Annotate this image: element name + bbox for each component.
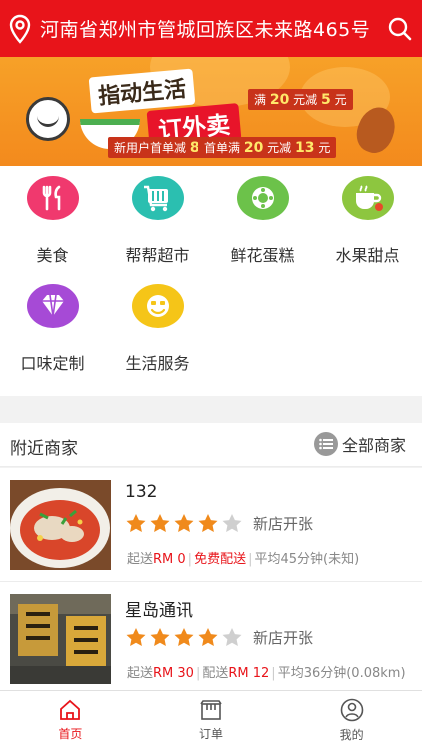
category-label: 口味定制: [20, 354, 85, 373]
min-order-value: RM 30: [153, 666, 194, 681]
shop-item[interactable]: 星岛通讯 新店开张 起送RM 30 | 配送RM 12 | 平均36分钟(0.08km): [0, 582, 422, 690]
shop-item[interactable]: 132 新店开张 起送RM 0 | 免费配送 | 平均45分钟(未知): [0, 468, 422, 582]
shop-name: 星岛通讯: [125, 601, 193, 621]
search-icon[interactable]: [378, 0, 422, 57]
category-grid: 美食 帮帮超市 鲜花蛋糕 水果甜点 口味定制 生活服务: [0, 166, 422, 396]
free-delivery-text: 免费配送: [194, 552, 247, 567]
cart-icon: [131, 176, 184, 220]
shop-status: 新店开张: [253, 628, 314, 647]
nearby-title: 附近商家: [10, 439, 78, 459]
star-filled-icon: [125, 512, 147, 534]
star-filled-icon: [149, 512, 171, 534]
shop-thumbnail: [10, 480, 111, 570]
category-life-service[interactable]: 生活服务: [105, 274, 210, 374]
shop-meta: 起送RM 30 | 配送RM 12 | 平均36分钟(0.08km): [127, 666, 406, 681]
rating-stars: 新店开张: [125, 626, 313, 648]
star-filled-icon: [173, 626, 195, 648]
nearby-header: 附近商家 全部商家: [0, 423, 422, 467]
star-filled-icon: [197, 626, 219, 648]
rating-stars: 新店开张: [125, 512, 313, 534]
star-empty-icon: [221, 626, 243, 648]
category-label: 水果甜点: [335, 246, 400, 265]
promo-first-order: 首单满 20 元减 13 元: [198, 137, 337, 158]
tab-mine[interactable]: 我的: [281, 691, 422, 750]
flower-icon: [236, 176, 289, 220]
shop-thumbnail: [10, 594, 111, 684]
banner-title: 指动生活: [88, 68, 196, 114]
category-food[interactable]: 美食: [0, 166, 105, 266]
star-filled-icon: [149, 626, 171, 648]
category-flower-cake[interactable]: 鲜花蛋糕: [210, 166, 315, 266]
star-filled-icon: [197, 512, 219, 534]
shop-list: 132 新店开张 起送RM 0 | 免费配送 | 平均45分钟(未知) 星岛通讯 新店开…: [0, 468, 422, 690]
star-empty-icon: [221, 512, 243, 534]
category-fruit-dessert[interactable]: 水果甜点: [315, 166, 420, 266]
location-header: 河南省郑州市管城回族区未来路465号: [0, 0, 422, 57]
category-custom-taste[interactable]: 口味定制: [0, 274, 105, 374]
promo-banner[interactable]: 指动生活 订外卖 满 20 元减 5 元 新用户首单减 8 元 首单满 20 元…: [0, 57, 422, 166]
tab-orders[interactable]: 订单: [141, 691, 282, 750]
bottom-tab-bar: 首页 订单 我的: [0, 690, 422, 750]
mascot-image: [26, 97, 70, 141]
avg-time-text: 平均36分钟(0.08km): [277, 666, 406, 681]
location-pin-icon[interactable]: [0, 0, 40, 57]
category-label: 生活服务: [125, 354, 190, 373]
all-shops-button[interactable]: 全部商家: [313, 432, 406, 456]
shop-name: 132: [125, 482, 158, 502]
tab-label: 首页: [58, 727, 83, 741]
tab-home[interactable]: 首页: [0, 691, 141, 750]
home-icon: [60, 699, 81, 720]
star-filled-icon: [125, 626, 147, 648]
order-icon: [200, 700, 222, 720]
delivery-fee-value: RM 12: [228, 666, 270, 681]
user-icon: [340, 698, 363, 722]
tab-label: 我的: [339, 728, 364, 742]
star-filled-icon: [173, 512, 195, 534]
app-screen: 河南省郑州市管城回族区未来路465号 指动生活 订外卖 满 20 元减 5 元 …: [0, 0, 422, 750]
cup-icon: [341, 176, 394, 220]
list-icon: [313, 432, 338, 456]
shop-meta: 起送RM 0 | 免费配送 | 平均45分钟(未知): [127, 552, 360, 567]
category-supermarket[interactable]: 帮帮超市: [105, 166, 210, 266]
category-label: 帮帮超市: [125, 246, 190, 265]
food-icon: [26, 176, 79, 220]
smile-icon: [131, 284, 184, 328]
all-shops-label: 全部商家: [341, 436, 406, 455]
diamond-icon: [26, 284, 79, 328]
promo-top: 满 20 元减 5 元: [248, 89, 353, 110]
min-order-value: RM 0: [153, 552, 186, 567]
address-text[interactable]: 河南省郑州市管城回族区未来路465号: [40, 15, 378, 42]
tab-label: 订单: [199, 727, 224, 741]
avg-time-text: 平均45分钟(未知): [254, 552, 360, 567]
category-label: 鲜花蛋糕: [230, 246, 295, 265]
category-label: 美食: [36, 246, 69, 265]
shop-status: 新店开张: [253, 514, 314, 533]
